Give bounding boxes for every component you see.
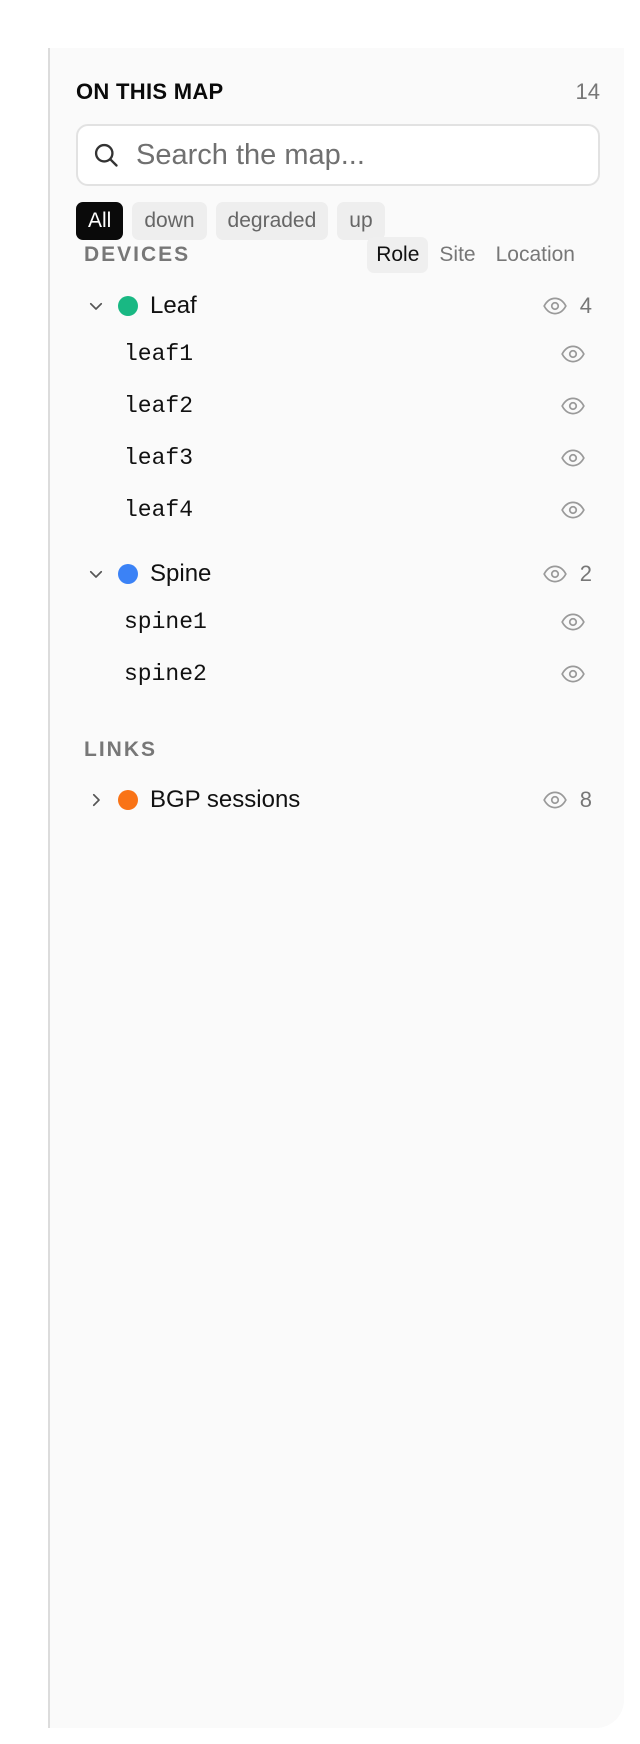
group-name-spine: Spine	[150, 560, 212, 587]
spine-color-dot	[118, 564, 138, 584]
filter-degraded[interactable]: degraded	[215, 202, 329, 240]
chevron-down-icon[interactable]	[84, 562, 108, 586]
tab-site[interactable]: Site	[430, 237, 484, 273]
list-item-leaf1[interactable]: leaf1	[124, 332, 586, 376]
eye-icon[interactable]	[560, 661, 586, 687]
eye-icon[interactable]	[560, 497, 586, 523]
total-count: 14	[575, 79, 600, 104]
status-filters: All down degraded up	[76, 202, 385, 240]
chevron-down-icon[interactable]	[84, 294, 108, 318]
search-box[interactable]	[76, 124, 600, 186]
eye-icon[interactable]	[560, 445, 586, 471]
leaf-color-dot	[118, 296, 138, 316]
panel-header: ON THIS MAP 14	[76, 76, 600, 108]
item-name: leaf1	[124, 341, 194, 367]
eye-icon[interactable]	[560, 341, 586, 367]
eye-icon[interactable]	[560, 609, 586, 635]
tab-location[interactable]: Location	[487, 237, 584, 273]
list-item-leaf2[interactable]: leaf2	[124, 384, 586, 428]
group-count-spine: 2	[579, 561, 592, 586]
devices-section-label: DEVICES	[84, 243, 191, 266]
eye-icon[interactable]	[560, 393, 586, 419]
filter-down[interactable]: down	[132, 202, 207, 240]
item-name: leaf4	[124, 497, 194, 523]
tab-role[interactable]: Role	[367, 237, 429, 273]
group-count-bgp-sessions: 8	[579, 787, 592, 812]
list-item-leaf3[interactable]: leaf3	[124, 436, 586, 480]
group-by-tabs: Role Site Location	[367, 237, 584, 273]
bgp-color-dot	[118, 790, 138, 810]
eye-icon[interactable]	[542, 561, 568, 587]
list-item-spine2[interactable]: spine2	[124, 652, 586, 696]
eye-icon[interactable]	[542, 787, 568, 813]
item-name: spine1	[124, 609, 207, 635]
filter-up[interactable]: up	[337, 202, 385, 240]
group-name-bgp-sessions: BGP sessions	[150, 786, 301, 813]
panel-title: ON THIS MAP	[76, 79, 224, 104]
map-sidebar-panel: ON THIS MAP 14 All down degraded up DEVI…	[48, 48, 624, 1728]
list-item-leaf4[interactable]: leaf4	[124, 488, 586, 532]
search-input[interactable]	[134, 137, 558, 173]
group-name-leaf: Leaf	[150, 292, 197, 319]
links-section-header: LINKS	[84, 732, 584, 768]
item-name: spine2	[124, 661, 207, 687]
chevron-right-icon[interactable]	[84, 788, 108, 812]
group-row-leaf[interactable]: Leaf 4	[84, 284, 592, 328]
devices-section-header: DEVICES Role Site Location	[84, 236, 584, 274]
eye-icon[interactable]	[542, 293, 568, 319]
list-item-spine1[interactable]: spine1	[124, 600, 586, 644]
links-section-label: LINKS	[84, 738, 157, 761]
item-name: leaf2	[124, 393, 194, 419]
item-name: leaf3	[124, 445, 194, 471]
search-icon	[92, 141, 120, 169]
group-count-leaf: 4	[579, 293, 592, 318]
group-row-bgp-sessions[interactable]: BGP sessions 8	[84, 778, 592, 822]
group-row-spine[interactable]: Spine 2	[84, 552, 592, 596]
filter-all[interactable]: All	[76, 202, 124, 240]
